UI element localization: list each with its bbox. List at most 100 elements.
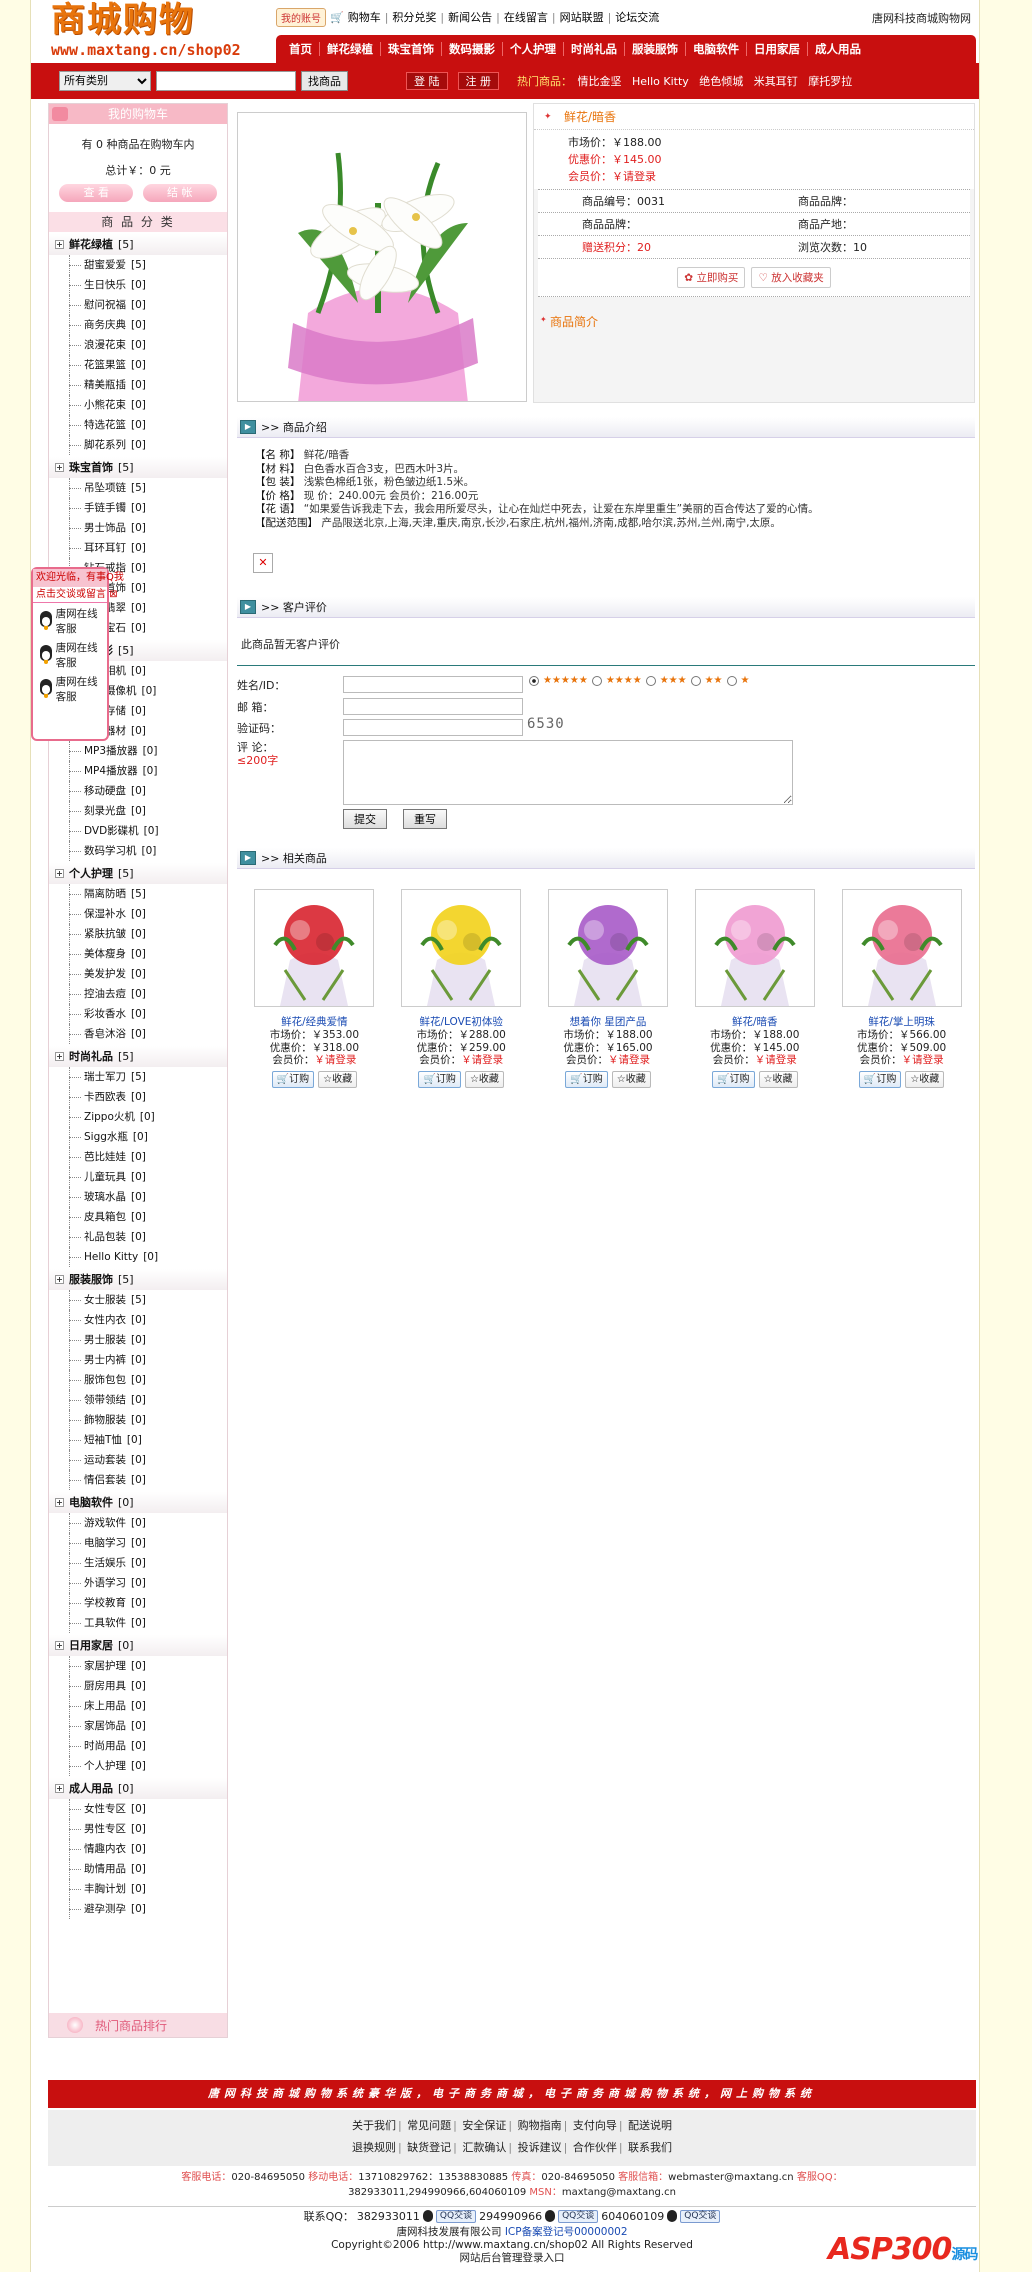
subcategory-item[interactable]: MP4播放器 [0]: [49, 761, 227, 781]
site-logo[interactable]: 商城购物 www.maxtang.cn/shop02: [51, 0, 291, 64]
subcategory-item[interactable]: 浪漫花束 [0]: [49, 335, 227, 355]
toplink-message[interactable]: 在线留言: [504, 9, 548, 25]
toplink-cart[interactable]: 购物车: [348, 9, 381, 25]
qq-agent[interactable]: 唐网在线客服: [33, 639, 107, 671]
my-account-button[interactable]: 我的账号: [276, 7, 326, 27]
subcategory-item[interactable]: 工具软件 [0]: [49, 1613, 227, 1633]
toplink-forum[interactable]: 论坛交流: [615, 9, 659, 25]
subcategory-item[interactable]: 短袖T恤 [0]: [49, 1430, 227, 1450]
category-group-title[interactable]: + 电脑软件 [0]: [49, 1492, 227, 1513]
footer-link[interactable]: 关于我们: [352, 2119, 396, 2132]
subcategory-item[interactable]: 情侣套装 [0]: [49, 1470, 227, 1490]
subcategory-item[interactable]: 紧肤抗皱 [0]: [49, 924, 227, 944]
subcategory-item[interactable]: 美发护发 [0]: [49, 964, 227, 984]
subcategory-item[interactable]: 甜蜜爱爱 [5]: [49, 255, 227, 275]
expand-icon[interactable]: +: [55, 1498, 64, 1507]
subcategory-item[interactable]: DVD影碟机 [0]: [49, 821, 227, 841]
subcategory-item[interactable]: 床上用品 [0]: [49, 1696, 227, 1716]
expand-icon[interactable]: +: [55, 869, 64, 878]
register-button[interactable]: 注 册: [457, 72, 499, 90]
subcategory-item[interactable]: 商务庆典 [0]: [49, 315, 227, 335]
qq-chat-link[interactable]: 点击交谈或留言 ⊠: [33, 587, 118, 603]
qq-agent[interactable]: 唐网在线客服: [33, 673, 107, 705]
subcategory-item[interactable]: 男士饰品 [0]: [49, 518, 227, 538]
favorite-button[interactable]: ☆收藏: [905, 1070, 945, 1088]
subcategory-item[interactable]: 外语学习 [0]: [49, 1573, 227, 1593]
category-group-title[interactable]: + 个人护理 [5]: [49, 863, 227, 884]
icp-link[interactable]: ICP备案登记号00000002: [505, 2226, 628, 2238]
reset-review-button[interactable]: 重写: [403, 809, 447, 829]
related-product-name[interactable]: 想着你 星团产品: [535, 1014, 682, 1029]
subcategory-item[interactable]: 飾物服装 [0]: [49, 1410, 227, 1430]
search-input[interactable]: [156, 71, 296, 91]
search-button[interactable]: 找商品: [301, 71, 348, 91]
category-group-title[interactable]: + 鲜花绿植 [5]: [49, 234, 227, 255]
subcategory-item[interactable]: 美体瘦身 [0]: [49, 944, 227, 964]
footer-link[interactable]: 合作伙伴: [573, 2141, 617, 2154]
product-image[interactable]: [237, 112, 527, 403]
comment-textarea[interactable]: [343, 740, 793, 805]
product-brief-link[interactable]: 商品简介: [540, 313, 974, 330]
qq-chat-button[interactable]: QQ交谈: [680, 2209, 721, 2223]
subcategory-item[interactable]: Zippo火机 [0]: [49, 1107, 227, 1127]
expand-icon[interactable]: +: [55, 463, 64, 472]
subcategory-item[interactable]: 男士内裤 [0]: [49, 1350, 227, 1370]
subcategory-item[interactable]: 慰问祝福 [0]: [49, 295, 227, 315]
rating-radio-3[interactable]: [645, 675, 656, 686]
subcategory-item[interactable]: 女士服装 [5]: [49, 1290, 227, 1310]
subcategory-item[interactable]: Sigg水瓶 [0]: [49, 1127, 227, 1147]
subcategory-item[interactable]: 女性内衣 [0]: [49, 1310, 227, 1330]
subcategory-item[interactable]: 女性专区 [0]: [49, 1799, 227, 1819]
subcategory-item[interactable]: 厨房用具 [0]: [49, 1676, 227, 1696]
subcategory-item[interactable]: Hello Kitty [0]: [49, 1247, 227, 1267]
subcategory-item[interactable]: 精美瓶插 [0]: [49, 375, 227, 395]
subcategory-item[interactable]: 避孕测孕 [0]: [49, 1899, 227, 1919]
order-button[interactable]: 🛒订购: [565, 1070, 608, 1088]
hot-item[interactable]: 摩托罗拉: [808, 75, 852, 88]
favorite-button[interactable]: ☆收藏: [318, 1070, 358, 1088]
subcategory-item[interactable]: 芭比娃娃 [0]: [49, 1147, 227, 1167]
hot-item[interactable]: 米其耳钉: [754, 75, 798, 88]
login-button[interactable]: 登 陆: [406, 72, 448, 90]
footer-link[interactable]: 联系我们: [628, 2141, 672, 2154]
order-button[interactable]: 🛒订购: [418, 1070, 461, 1088]
subcategory-item[interactable]: 花篮果篮 [0]: [49, 355, 227, 375]
expand-icon[interactable]: +: [55, 240, 64, 249]
related-product-name[interactable]: 鲜花/LOVE初体验: [388, 1014, 535, 1029]
subcategory-item[interactable]: 男性专区 [0]: [49, 1819, 227, 1839]
subcategory-item[interactable]: 男士服装 [0]: [49, 1330, 227, 1350]
subcategory-item[interactable]: 手链手镯 [0]: [49, 498, 227, 518]
subcategory-item[interactable]: 个人护理 [0]: [49, 1756, 227, 1776]
subcategory-item[interactable]: 瑞士军刀 [5]: [49, 1067, 227, 1087]
footer-link[interactable]: 购物指南: [518, 2119, 562, 2132]
subcategory-item[interactable]: 数码学习机 [0]: [49, 841, 227, 861]
subcategory-item[interactable]: 彩妆香水 [0]: [49, 1004, 227, 1024]
related-product-name[interactable]: 鲜花/经典爱情: [241, 1014, 388, 1029]
close-icon[interactable]: ⊠: [109, 589, 117, 600]
footer-link[interactable]: 投诉建议: [518, 2141, 562, 2154]
footer-link[interactable]: 支付向导: [573, 2119, 617, 2132]
nav-digital[interactable]: 数码摄影: [442, 42, 503, 56]
nav-flowers[interactable]: 鲜花绿植: [320, 42, 381, 56]
footer-link[interactable]: 安全保证: [462, 2119, 506, 2132]
subcategory-item[interactable]: 生活娱乐 [0]: [49, 1553, 227, 1573]
hot-item[interactable]: 绝色倾城: [699, 75, 743, 88]
qq-agent[interactable]: 唐网在线客服: [33, 605, 107, 637]
favorite-button[interactable]: ☆收藏: [611, 1070, 651, 1088]
rating-radio-5[interactable]: [529, 675, 539, 686]
hot-item[interactable]: 情比金坚: [578, 75, 622, 88]
toplink-points[interactable]: 积分兑奖: [392, 9, 436, 25]
subcategory-item[interactable]: 情趣内衣 [0]: [49, 1839, 227, 1859]
category-group-title[interactable]: + 成人用品 [0]: [49, 1778, 227, 1799]
subcategory-item[interactable]: 刻录光盘 [0]: [49, 801, 227, 821]
nav-care[interactable]: 个人护理: [503, 42, 564, 56]
qq-chat-button[interactable]: QQ交谈: [558, 2209, 599, 2223]
checkout-button[interactable]: 结 帐: [142, 184, 217, 202]
subcategory-item[interactable]: 香皂沐浴 [0]: [49, 1024, 227, 1044]
favorite-button[interactable]: ☆收藏: [758, 1070, 798, 1088]
order-button[interactable]: 🛒订购: [271, 1070, 315, 1088]
category-group-title[interactable]: + 日用家居 [0]: [49, 1635, 227, 1656]
category-select[interactable]: 所有类别: [59, 71, 151, 91]
subcategory-item[interactable]: 丰胸计划 [0]: [49, 1879, 227, 1899]
qq-chat-button[interactable]: QQ交谈: [435, 2209, 477, 2223]
